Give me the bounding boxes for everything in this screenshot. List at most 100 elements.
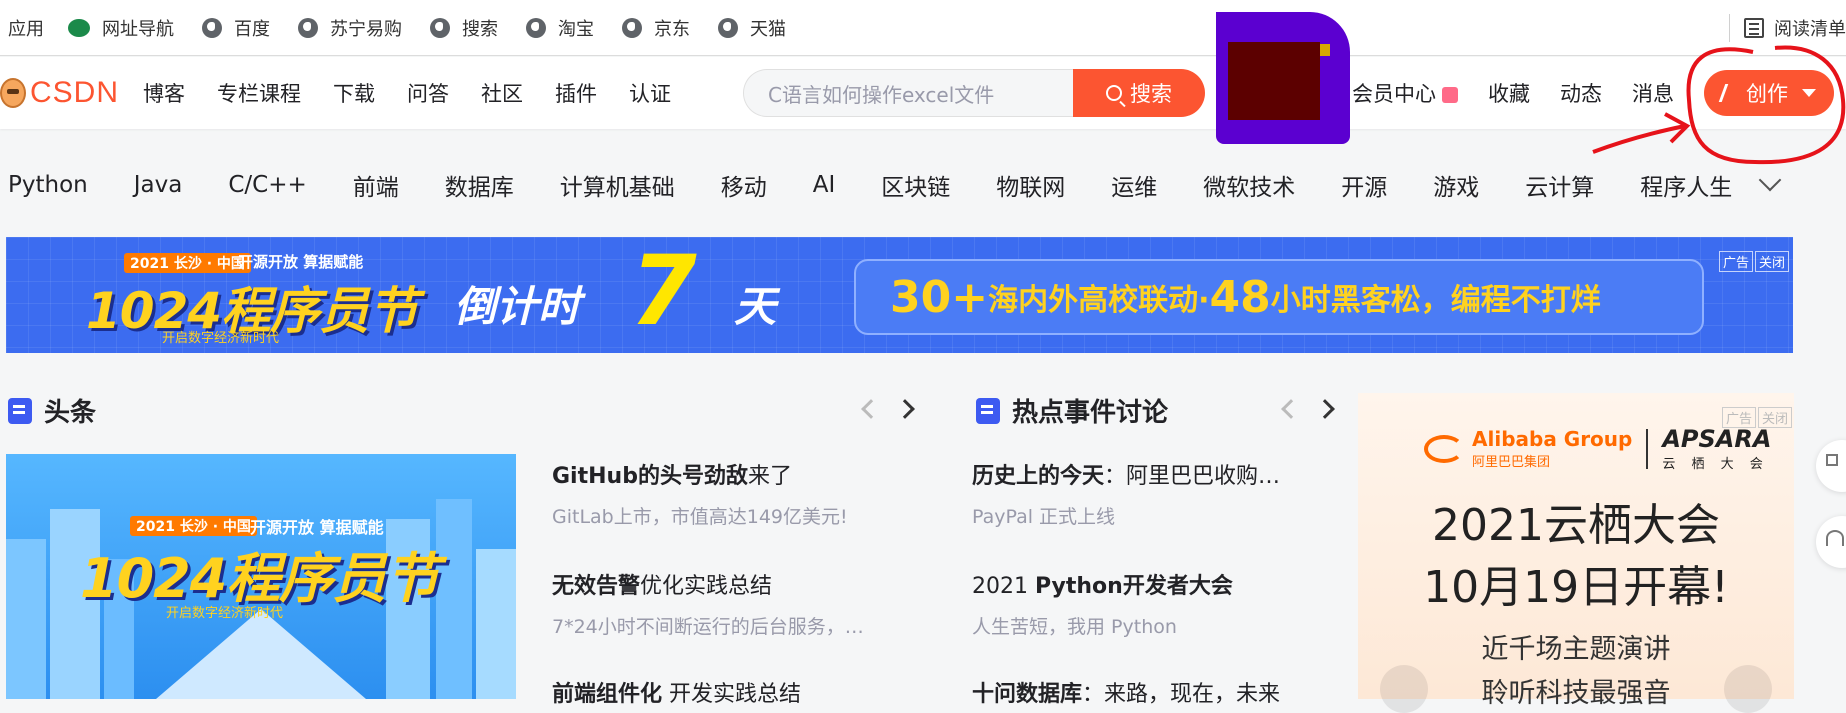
- category-microsoft[interactable]: 微软技术: [1203, 168, 1295, 202]
- article-desc: PayPal 正式上线: [972, 506, 1116, 528]
- bookmark-apps[interactable]: 应用: [8, 15, 44, 41]
- activity-link[interactable]: 动态: [1560, 78, 1602, 108]
- article-title-rest: 来了: [747, 464, 792, 489]
- chevron-left-icon[interactable]: [861, 399, 881, 419]
- logo-text: CSDN: [30, 76, 120, 109]
- bookmark-item[interactable]: 百度: [202, 15, 270, 41]
- hot-article[interactable]: 历史上的今天：阿里巴巴收购… PayPal 正式上线: [972, 458, 1280, 529]
- carousel-prev-button[interactable]: [1380, 665, 1428, 713]
- chevron-right-icon[interactable]: [1315, 399, 1335, 419]
- ad-subline: 近千场主题演讲: [1481, 634, 1671, 665]
- gift-icon: [1442, 87, 1458, 103]
- favorites-link[interactable]: 收藏: [1488, 78, 1530, 108]
- category-opensource[interactable]: 开源: [1341, 168, 1387, 202]
- ad-label: 广告: [1718, 251, 1753, 272]
- category-cloud[interactable]: 云计算: [1525, 168, 1594, 202]
- messages-link[interactable]: 消息: [1632, 78, 1674, 108]
- bookmark-label: 网址导航: [102, 18, 174, 40]
- banner-ad[interactable]: 2021 长沙 · 中国 开源开放 算据赋能 1024程序员节 开启数字经济新时…: [6, 237, 1793, 353]
- nav-link-courses[interactable]: 专栏课程: [217, 78, 301, 108]
- search-button[interactable]: 搜索: [1073, 69, 1206, 117]
- chevron-down-icon: [1802, 89, 1816, 97]
- banner-event-location: 2021 长沙 · 中国: [124, 253, 251, 273]
- bookmark-label: 百度: [234, 18, 270, 40]
- chevron-right-icon[interactable]: [895, 399, 915, 419]
- category-frontend[interactable]: 前端: [353, 168, 399, 202]
- alibaba-logo: Alibaba Group 阿里巴巴集团 APSARA 云 栖 大 会: [1424, 425, 1771, 472]
- bookmark-item[interactable]: 淘宝: [526, 15, 594, 41]
- promo-number: 30+: [890, 271, 989, 323]
- side-ad[interactable]: 广告 关闭 Alibaba Group 阿里巴巴集团 APSARA 云 栖 大 …: [1358, 393, 1794, 713]
- create-button[interactable]: 创作: [1704, 70, 1834, 116]
- article-title-rest: 优化实践总结: [640, 574, 773, 599]
- headline-article[interactable]: 无效告警优化实践总结 7*24小时不间断运行的后台服务，…: [552, 568, 864, 639]
- chevron-left-icon[interactable]: [1281, 399, 1301, 419]
- headline-hero-image[interactable]: 2021 长沙 · 中国 开源开放 算据赋能 1024程序员节 开启数字经济新时…: [6, 454, 516, 699]
- bookmark-item[interactable]: 网址导航: [68, 15, 174, 41]
- category-games[interactable]: 游戏: [1433, 168, 1479, 202]
- category-java[interactable]: Java: [134, 172, 183, 198]
- bookmarks-bar: 应用 网址导航 百度 苏宁易购 搜索 淘宝 京东 天猫 阅读清单: [0, 0, 1846, 56]
- qr-code-icon[interactable]: [1816, 440, 1846, 492]
- headline-article[interactable]: GitHub的头号劲敌来了 GitLab上市，市值高达149亿美元!: [552, 458, 848, 529]
- nav-link-download[interactable]: 下载: [333, 78, 375, 108]
- bookmark-label: 苏宁易购: [330, 18, 402, 40]
- csdn-logo[interactable]: CSDN: [0, 76, 119, 110]
- category-python[interactable]: Python: [8, 172, 88, 198]
- vip-center-link[interactable]: 会员中心: [1352, 78, 1458, 108]
- category-mobile[interactable]: 移动: [721, 168, 767, 202]
- nav-link-community[interactable]: 社区: [481, 78, 523, 108]
- document-icon: [8, 397, 32, 424]
- nav-link-certification[interactable]: 认证: [629, 78, 671, 108]
- category-ops[interactable]: 运维: [1111, 168, 1157, 202]
- hot-article[interactable]: 2021 Python开发者大会 人生苦短，我用 Python: [972, 568, 1233, 639]
- bookmark-label: 京东: [654, 18, 690, 40]
- nav-link-blog[interactable]: 博客: [143, 78, 185, 108]
- bookmark-item[interactable]: 京东: [622, 15, 690, 41]
- search-input[interactable]: C语言如何操作excel文件: [743, 69, 1074, 117]
- category-blockchain[interactable]: 区块链: [881, 168, 950, 202]
- bookmark-label: 搜索: [462, 18, 498, 40]
- nav-link-plugins[interactable]: 插件: [555, 78, 597, 108]
- hot-article[interactable]: 十问数据库：来路，现在，未来: [972, 676, 1280, 708]
- logo-divider: [1646, 428, 1649, 469]
- ad-headline: 2021云栖大会: [1432, 500, 1720, 551]
- bookmark-item[interactable]: 苏宁易购: [298, 15, 402, 41]
- banner-countdown-number: 7: [630, 237, 697, 347]
- category-database[interactable]: 数据库: [445, 168, 514, 202]
- category-ai[interactable]: AI: [813, 172, 836, 198]
- headline-article[interactable]: 前端组件化 开发实践总结: [552, 676, 801, 708]
- vip-center-label: 会员中心: [1352, 82, 1436, 106]
- article-title: 无效告警优化实践总结: [552, 568, 864, 600]
- hero-event-subtitle: 开启数字经济新时代: [166, 606, 284, 621]
- globe-icon: [526, 17, 546, 38]
- headset-icon[interactable]: [1816, 516, 1846, 568]
- bookmark-item[interactable]: 天猫: [718, 15, 786, 41]
- globe-icon: [622, 17, 642, 38]
- category-cs-basics[interactable]: 计算机基础: [560, 168, 675, 202]
- bookmark-label: 天猫: [750, 18, 786, 40]
- category-life[interactable]: 程序人生: [1640, 168, 1732, 202]
- search-bar: C语言如何操作excel文件 搜索: [743, 69, 1206, 117]
- article-title-bold: 前端组件化: [552, 682, 663, 707]
- headlines-pager: [861, 399, 915, 419]
- carousel-next-button[interactable]: [1724, 665, 1772, 713]
- user-avatar[interactable]: [1216, 12, 1350, 144]
- create-button-label: 创作: [1746, 82, 1788, 106]
- article-title-bold: 十问数据库: [972, 682, 1083, 707]
- nav-link-qa[interactable]: 问答: [407, 78, 449, 108]
- category-iot[interactable]: 物联网: [996, 168, 1065, 202]
- reading-list-button[interactable]: 阅读清单: [1729, 14, 1846, 42]
- section-title: 热点事件讨论: [1012, 398, 1169, 428]
- article-title-pre: 2021: [972, 574, 1035, 599]
- ad-close-button[interactable]: 关闭: [1754, 251, 1789, 272]
- category-cpp[interactable]: C/C++: [228, 172, 306, 198]
- promo-text: 小时黑客松，编程不打烊: [1270, 283, 1601, 318]
- leaf-icon: [68, 18, 90, 37]
- bookmark-item[interactable]: 搜索: [430, 15, 498, 41]
- globe-icon: [298, 17, 318, 38]
- avatar-badge: [1320, 44, 1330, 56]
- section-title: 头条: [44, 398, 97, 428]
- avatar-redaction-dark: [1228, 42, 1320, 120]
- site-toolbar: CSDN 博客 专栏课程 下载 问答 社区 插件 认证 C语言如何操作excel…: [0, 57, 1846, 129]
